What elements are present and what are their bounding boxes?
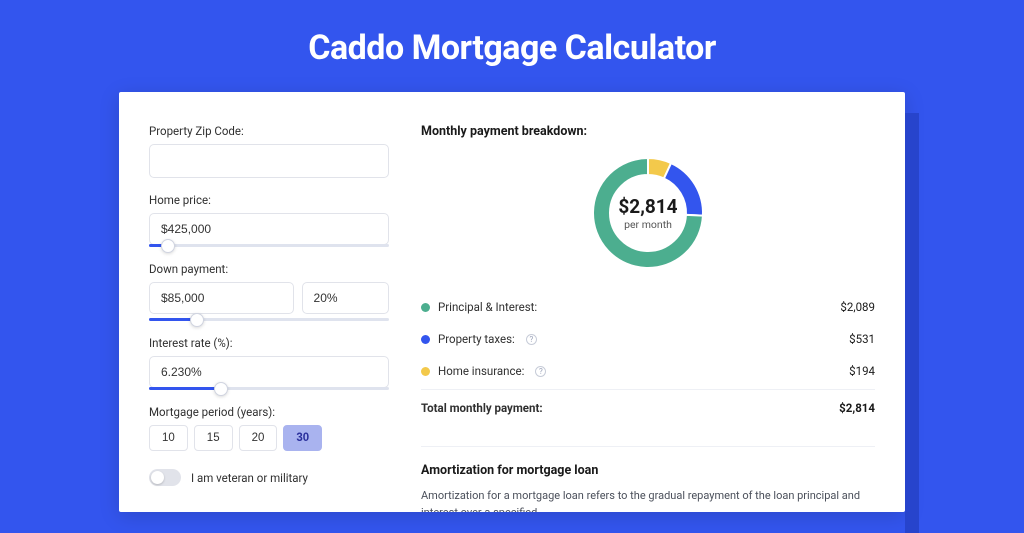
legend-label: Property taxes: (438, 332, 515, 346)
home-price-field: Home price: (149, 193, 389, 247)
legend-label: Principal & Interest: (438, 300, 537, 314)
total-row: Total monthly payment: $2,814 (421, 389, 875, 424)
home-price-slider[interactable] (149, 244, 389, 247)
donut-amount: $2,814 (618, 195, 677, 218)
total-label: Total monthly payment: (421, 401, 543, 415)
amortization-section: Amortization for mortgage loan Amortizat… (421, 446, 875, 512)
zip-label: Property Zip Code: (149, 124, 389, 138)
interest-rate-input[interactable] (149, 356, 389, 388)
mortgage-period-field: Mortgage period (years): 10152030 (149, 405, 389, 451)
period-button-30[interactable]: 30 (283, 425, 322, 451)
home-price-label: Home price: (149, 193, 389, 207)
amortization-title: Amortization for mortgage loan (421, 463, 875, 478)
interest-rate-label: Interest rate (%): (149, 336, 389, 350)
legend-row: Principal & Interest: $2,089 (421, 291, 875, 323)
zip-input[interactable] (149, 144, 389, 178)
home-price-input[interactable] (149, 213, 389, 245)
inputs-column: Property Zip Code: Home price: Down paym… (149, 124, 389, 512)
legend-row: Home insurance:? $194 (421, 355, 875, 387)
down-payment-field: Down payment: (149, 262, 389, 321)
slider-thumb[interactable] (214, 382, 228, 396)
veteran-label: I am veteran or military (191, 471, 308, 485)
panel-right-shadow (905, 113, 919, 533)
veteran-toggle[interactable] (149, 469, 181, 486)
breakdown-title: Monthly payment breakdown: (421, 124, 875, 139)
toggle-knob (151, 471, 164, 484)
total-value: $2,814 (839, 401, 875, 415)
period-button-20[interactable]: 20 (239, 425, 278, 451)
info-icon[interactable]: ? (526, 334, 537, 345)
page-title: Caddo Mortgage Calculator (0, 0, 1024, 92)
period-button-10[interactable]: 10 (149, 425, 188, 451)
down-payment-pct-input[interactable] (302, 282, 389, 314)
calculator-panel: Property Zip Code: Home price: Down paym… (119, 92, 905, 512)
legend-dot (421, 335, 430, 344)
donut-chart: $2,814 per month (421, 153, 875, 273)
slider-thumb[interactable] (161, 239, 175, 253)
breakdown-column: Monthly payment breakdown: $2,814 per mo… (421, 124, 875, 512)
zip-field: Property Zip Code: (149, 124, 389, 178)
interest-rate-field: Interest rate (%): (149, 336, 389, 390)
slider-thumb[interactable] (190, 313, 204, 327)
legend-value: $194 (849, 364, 875, 378)
interest-rate-slider[interactable] (149, 387, 389, 390)
donut-center: $2,814 per month (618, 195, 677, 231)
period-button-15[interactable]: 15 (194, 425, 233, 451)
legend-row: Property taxes:? $531 (421, 323, 875, 355)
legend-value: $2,089 (840, 300, 875, 314)
down-payment-input[interactable] (149, 282, 294, 314)
legend-dot (421, 367, 430, 376)
down-payment-slider[interactable] (149, 318, 389, 321)
amortization-text: Amortization for a mortgage loan refers … (421, 488, 875, 512)
donut-sub: per month (618, 218, 677, 231)
legend-dot (421, 303, 430, 312)
breakdown-legend: Principal & Interest: $2,089 Property taxe… (421, 291, 875, 387)
info-icon[interactable]: ? (535, 366, 546, 377)
period-buttons: 10152030 (149, 425, 389, 451)
veteran-toggle-row: I am veteran or military (149, 469, 389, 486)
mortgage-period-label: Mortgage period (years): (149, 405, 389, 419)
legend-label: Home insurance: (438, 364, 524, 378)
legend-value: $531 (849, 332, 875, 346)
down-payment-label: Down payment: (149, 262, 389, 276)
